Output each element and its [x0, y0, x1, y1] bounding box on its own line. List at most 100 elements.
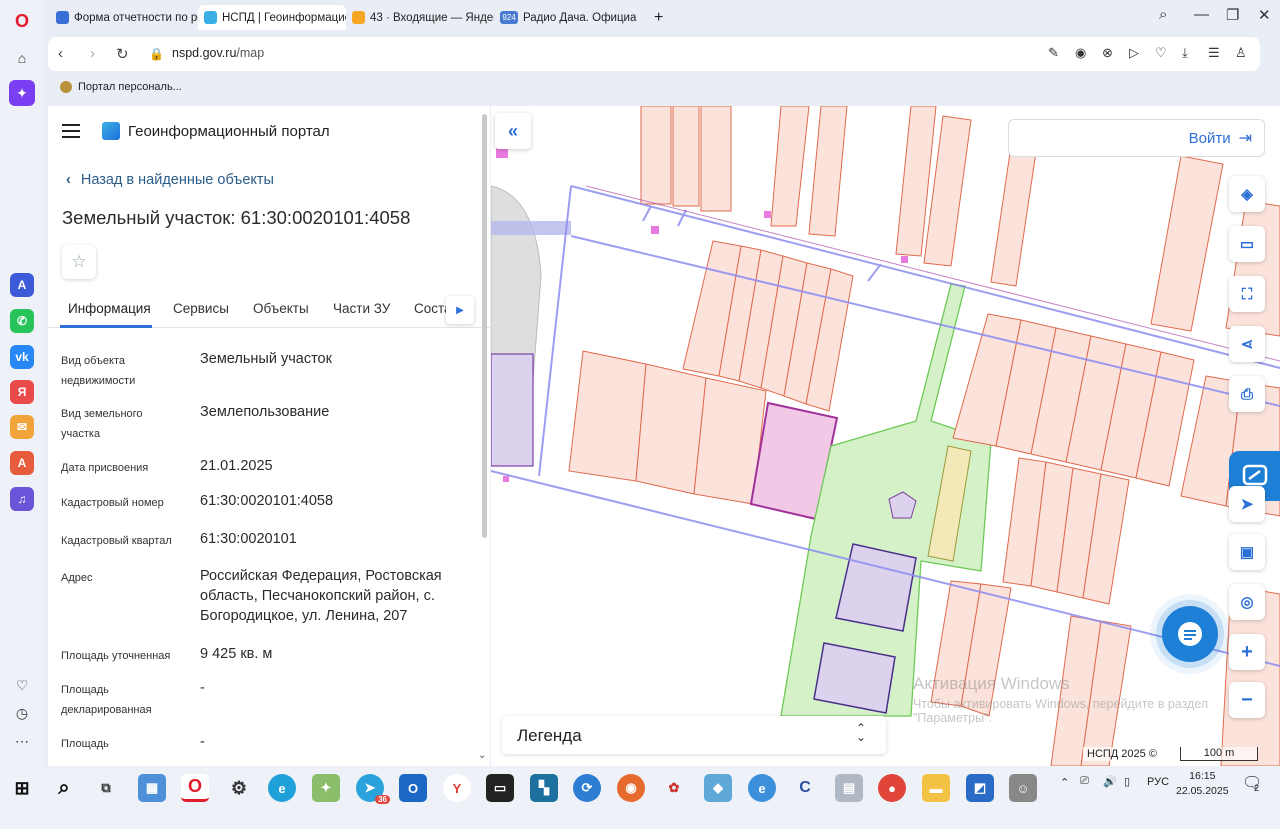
locate-icon[interactable]: ◎ — [1229, 584, 1265, 620]
login-button[interactable]: Войти ⇥ — [1008, 119, 1265, 157]
download-icon[interactable]: ⤓ — [1182, 45, 1188, 61]
profile-icon[interactable]: ♙ — [1235, 45, 1247, 61]
tabs-next-button[interactable]: ▶ — [446, 296, 474, 324]
zoom-in-button[interactable]: + — [1229, 634, 1265, 670]
edge-icon[interactable]: e — [268, 774, 296, 802]
panel-header: Геоинформационный портал — [62, 122, 330, 140]
app-icon[interactable]: ▤ — [835, 774, 863, 802]
translate-app-icon[interactable]: A — [10, 451, 34, 475]
windows-start-icon[interactable]: ⊞ — [8, 774, 36, 802]
panel-scrollbar[interactable] — [482, 114, 487, 538]
hamburger-menu-icon[interactable] — [62, 124, 80, 138]
browser-tab[interactable]: Форма отчетности по ре — [50, 5, 198, 30]
back-icon[interactable]: ‹ — [58, 45, 63, 62]
language-indicator[interactable]: РУС — [1147, 776, 1169, 788]
login-arrow-icon: ⇥ — [1238, 130, 1252, 147]
map-road-band — [491, 221, 571, 235]
collapse-panel-button[interactable]: « — [495, 113, 531, 149]
camera-icon[interactable]: ◉ — [1075, 45, 1086, 61]
field-label: Площадь декларированная — [61, 684, 152, 716]
app-icon[interactable]: ✦ — [312, 774, 340, 802]
tab-title: 43 · Входящие — Яндекс — [370, 11, 494, 24]
app-icon[interactable]: ☺ — [1009, 774, 1037, 802]
tab-objects[interactable]: Объекты — [253, 301, 309, 316]
share-icon[interactable]: ⋖ — [1229, 326, 1265, 362]
forward-icon[interactable]: › — [90, 45, 95, 62]
browser-tab[interactable]: 924 Радио Дача. Официа — [494, 5, 644, 30]
folder-icon[interactable]: ▬ — [922, 774, 950, 802]
search-icon[interactable]: ⌕ — [50, 774, 78, 802]
edit-icon[interactable]: ✎ — [1048, 45, 1059, 61]
bookmark-item[interactable]: Портал персональ... — [60, 81, 182, 93]
ie-icon[interactable]: e — [748, 774, 776, 802]
url-field[interactable]: nspd.gov.ru/map — [172, 46, 264, 60]
whatsapp-icon[interactable]: ✆ — [10, 309, 34, 333]
print-icon[interactable]: ⎙ — [1229, 376, 1265, 412]
outlook-icon[interactable]: O — [399, 774, 427, 802]
reload-icon[interactable]: ↻ — [116, 45, 129, 63]
vpn-app-icon[interactable]: A — [10, 273, 34, 297]
aria-icon[interactable]: ✦ — [9, 80, 35, 106]
chat-button[interactable] — [1162, 606, 1218, 662]
layers-icon[interactable]: ◈ — [1229, 176, 1265, 212]
music-app-icon[interactable]: ♫ — [10, 487, 34, 511]
legend-expand-icon[interactable]: ⌃ ⌄ — [856, 722, 866, 743]
tab-services[interactable]: Сервисы — [173, 301, 229, 316]
navigate-icon[interactable]: ➤ — [1229, 486, 1265, 522]
ruler-icon[interactable]: ▭ — [1229, 226, 1265, 262]
firefox-icon[interactable]: ◉ — [617, 774, 645, 802]
cadastral-map[interactable] — [491, 106, 1280, 766]
notifications-icon[interactable]: 🗨 — [1242, 773, 1262, 793]
new-tab-button[interactable]: + — [648, 5, 672, 30]
app-icon[interactable]: ⟳ — [573, 774, 601, 802]
tray-chevron-icon[interactable]: ⌃ — [1060, 776, 1069, 789]
system-clock[interactable]: 16:15 22.05.2025 — [1176, 769, 1229, 799]
minimize-icon[interactable]: — — [1194, 6, 1209, 23]
telegram-icon[interactable]: ➤ 36 — [356, 774, 390, 804]
volume-icon[interactable]: 🔊 — [1103, 775, 1117, 788]
opera-taskbar-icon[interactable]: O — [181, 774, 209, 802]
yandex-browser-icon[interactable]: Y — [443, 774, 471, 802]
minimap-icon[interactable]: ▣ — [1229, 534, 1265, 570]
app-icon[interactable]: ◩ — [966, 774, 994, 802]
home-icon[interactable]: ⌂ — [9, 45, 35, 71]
chrome-icon[interactable]: ● — [878, 774, 906, 802]
app-icon[interactable]: ▦ — [138, 774, 166, 802]
close-window-icon[interactable]: ✕ — [1258, 6, 1271, 24]
vk-icon[interactable]: vk — [10, 345, 34, 369]
shield-icon[interactable]: ⊗ — [1102, 45, 1113, 61]
app-icon[interactable]: ◆ — [704, 774, 732, 802]
app-icon[interactable]: ✿ — [660, 774, 688, 802]
restore-icon[interactable]: ❐ — [1226, 6, 1239, 24]
scroll-down-icon[interactable]: ⌄ — [478, 750, 486, 761]
mail-app-icon[interactable]: ✉ — [10, 415, 34, 439]
tab-information[interactable]: Информация — [68, 301, 151, 316]
browser-tab-active[interactable]: НСПД | Геоинформацион — [198, 5, 346, 30]
search-tabs-icon[interactable]: ⌕ — [1159, 6, 1167, 23]
portal-title: Геоинформационный портал — [128, 122, 330, 140]
play-icon[interactable]: ▷ — [1129, 45, 1139, 61]
heart-icon[interactable]: ♡ — [1155, 45, 1167, 61]
terminal-icon[interactable]: ▭ — [486, 774, 514, 802]
more-dots-icon[interactable]: ⋯ — [9, 728, 35, 754]
favorites-heart-icon[interactable]: ♡ — [9, 672, 35, 698]
field-value: 9 425 кв. м — [200, 646, 273, 662]
area-select-icon[interactable]: ⛶ — [1229, 276, 1265, 312]
back-to-results-link[interactable]: ‹ Назад в найденные объекты — [66, 172, 274, 188]
opera-logo-icon[interactable]: O — [9, 8, 35, 34]
yandex-icon[interactable]: Я — [10, 380, 34, 404]
object-info-panel: Геоинформационный портал ‹ Назад в найден… — [48, 106, 490, 766]
browser-tab[interactable]: 43 · Входящие — Яндекс — [346, 5, 494, 30]
task-view-icon[interactable]: ⧉ — [92, 774, 120, 802]
menu-icon[interactable]: ☰ — [1208, 45, 1220, 61]
app-icon[interactable]: C — [791, 774, 819, 802]
app-icon[interactable]: ▚ — [530, 774, 558, 802]
legend-panel[interactable]: Легенда ⌃ ⌄ — [502, 716, 886, 754]
battery-icon[interactable]: ▯ — [1124, 775, 1130, 788]
settings-gear-icon[interactable]: ⚙ — [225, 774, 253, 802]
browser-tab-strip: Форма отчетности по ре НСПД | Геоинформа… — [44, 0, 1280, 34]
tab-parts[interactable]: Части ЗУ — [333, 301, 390, 316]
favorite-star-icon[interactable]: ☆ — [62, 245, 96, 279]
network-icon[interactable]: ⎚ — [1080, 775, 1089, 788]
history-clock-icon[interactable]: ◷ — [9, 700, 35, 726]
